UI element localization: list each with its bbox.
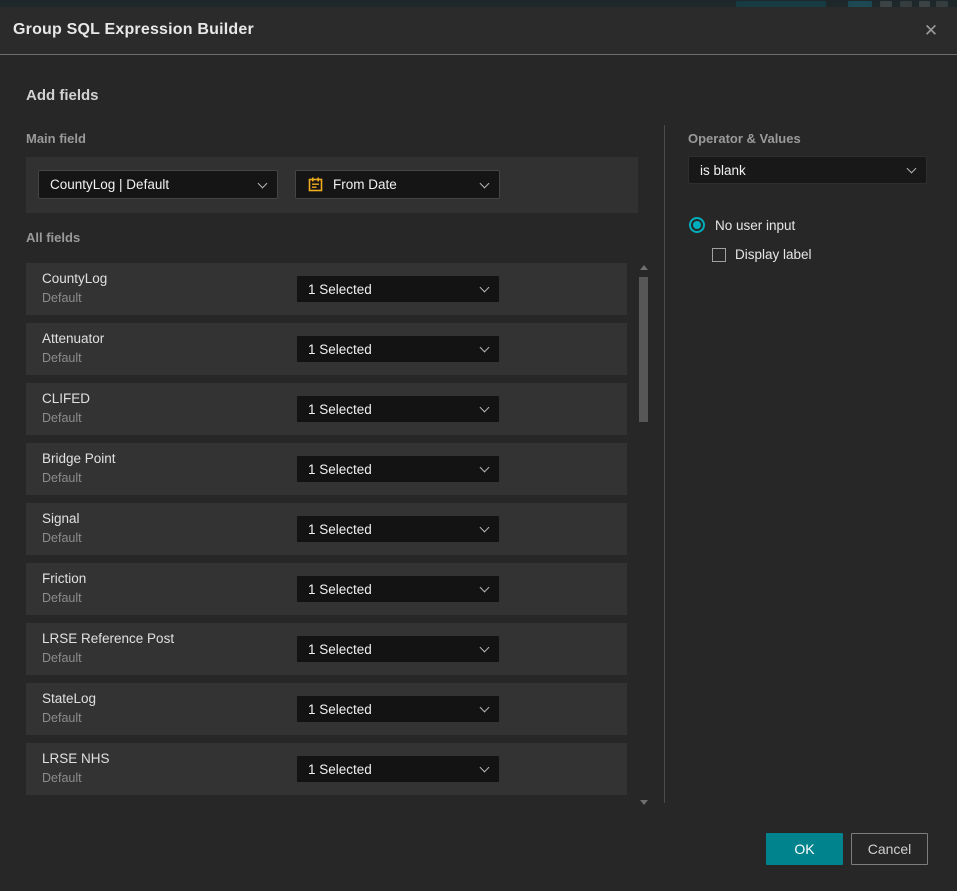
main-field-panel: CountyLog | Default From Date — [26, 157, 638, 213]
chevron-down-icon — [480, 523, 490, 533]
operator-value: is blank — [700, 163, 746, 178]
chevron-down-icon — [480, 283, 490, 293]
field-selection-value: 1 Selected — [308, 402, 372, 417]
chevron-down-icon — [480, 583, 490, 593]
chevron-down-icon — [480, 403, 490, 413]
display-label-checkbox-row[interactable]: Display label — [712, 247, 812, 262]
field-selection-value: 1 Selected — [308, 582, 372, 597]
dialog-title: Group SQL Expression Builder — [13, 21, 254, 39]
radio-selected-icon — [689, 217, 705, 233]
main-field-label: Main field — [26, 131, 86, 146]
chevron-down-icon — [907, 164, 917, 174]
field-row: Friction Default 1 Selected — [26, 563, 627, 615]
group-sql-expression-builder-dialog: Group SQL Expression Builder ✕ Add field… — [0, 7, 957, 891]
field-selection-value: 1 Selected — [308, 342, 372, 357]
field-selection-select[interactable]: 1 Selected — [296, 515, 500, 543]
no-user-input-label: No user input — [715, 218, 795, 233]
chevron-down-icon — [480, 463, 490, 473]
field-selection-value: 1 Selected — [308, 762, 372, 777]
field-name: CountyLog — [42, 271, 107, 286]
field-selection-select[interactable]: 1 Selected — [296, 755, 500, 783]
chevron-down-icon — [480, 643, 490, 653]
chevron-down-icon — [258, 178, 268, 188]
calendar-icon — [307, 176, 324, 193]
field-type: Default — [42, 351, 82, 365]
field-type: Default — [42, 651, 82, 665]
all-fields-list: CountyLog Default 1 Selected Attenuator Defa… — [26, 263, 627, 803]
field-type: Default — [42, 591, 82, 605]
field-type: Default — [42, 411, 82, 425]
screen: Group SQL Expression Builder ✕ Add field… — [0, 0, 957, 891]
field-row: Signal Default 1 Selected — [26, 503, 627, 555]
field-selection-value: 1 Selected — [308, 702, 372, 717]
field-name: CLIFED — [42, 391, 90, 406]
field-selection-select[interactable]: 1 Selected — [296, 275, 500, 303]
field-type: Default — [42, 531, 82, 545]
background-app-edge — [0, 0, 957, 7]
scroll-down-icon[interactable] — [640, 800, 648, 805]
field-type: Default — [42, 711, 82, 725]
field-selection-value: 1 Selected — [308, 642, 372, 657]
field-selection-select[interactable]: 1 Selected — [296, 635, 500, 663]
field-row: LRSE NHS Default 1 Selected — [26, 743, 627, 795]
field-selection-select[interactable]: 1 Selected — [296, 455, 500, 483]
close-button[interactable]: ✕ — [917, 17, 945, 45]
main-field-layer-value: CountyLog | Default — [50, 177, 169, 192]
field-row: CLIFED Default 1 Selected — [26, 383, 627, 435]
panel-divider — [664, 125, 665, 803]
field-name: Signal — [42, 511, 80, 526]
display-label-label: Display label — [735, 247, 812, 262]
field-row: LRSE Reference Post Default 1 Selected — [26, 623, 627, 675]
field-row: Attenuator Default 1 Selected — [26, 323, 627, 375]
field-selection-select[interactable]: 1 Selected — [296, 575, 500, 603]
dialog-titlebar: Group SQL Expression Builder ✕ — [0, 7, 957, 55]
field-selection-select[interactable]: 1 Selected — [296, 335, 500, 363]
chevron-down-icon — [480, 343, 490, 353]
all-fields-label: All fields — [26, 230, 80, 245]
checkbox-unchecked-icon[interactable] — [712, 248, 726, 262]
field-selection-value: 1 Selected — [308, 462, 372, 477]
main-field-date-select[interactable]: From Date — [295, 170, 500, 199]
field-name: LRSE Reference Post — [42, 631, 174, 646]
main-field-layer-select[interactable]: CountyLog | Default — [38, 170, 278, 199]
field-name: Attenuator — [42, 331, 104, 346]
scroll-up-icon[interactable] — [640, 265, 648, 270]
add-fields-heading: Add fields — [26, 87, 99, 104]
field-row: CountyLog Default 1 Selected — [26, 263, 627, 315]
field-type: Default — [42, 471, 82, 485]
field-selection-value: 1 Selected — [308, 282, 372, 297]
field-selection-value: 1 Selected — [308, 522, 372, 537]
scrollbar-thumb[interactable] — [639, 277, 648, 422]
no-user-input-radio[interactable]: No user input — [689, 217, 795, 233]
chevron-down-icon — [480, 178, 490, 188]
chevron-down-icon — [480, 763, 490, 773]
list-scrollbar[interactable] — [638, 263, 650, 807]
field-name: Bridge Point — [42, 451, 116, 466]
main-field-date-value: From Date — [333, 177, 397, 192]
close-icon: ✕ — [924, 21, 938, 41]
field-name: LRSE NHS — [42, 751, 110, 766]
chevron-down-icon — [480, 703, 490, 713]
ok-button[interactable]: OK — [766, 833, 843, 865]
field-row: Bridge Point Default 1 Selected — [26, 443, 627, 495]
field-selection-select[interactable]: 1 Selected — [296, 395, 500, 423]
field-row: StateLog Default 1 Selected — [26, 683, 627, 735]
field-selection-select[interactable]: 1 Selected — [296, 695, 500, 723]
field-type: Default — [42, 291, 82, 305]
field-name: Friction — [42, 571, 86, 586]
operator-select[interactable]: is blank — [688, 156, 927, 184]
operator-values-label: Operator & Values — [688, 131, 801, 146]
cancel-button[interactable]: Cancel — [851, 833, 928, 865]
field-name: StateLog — [42, 691, 96, 706]
field-type: Default — [42, 771, 82, 785]
